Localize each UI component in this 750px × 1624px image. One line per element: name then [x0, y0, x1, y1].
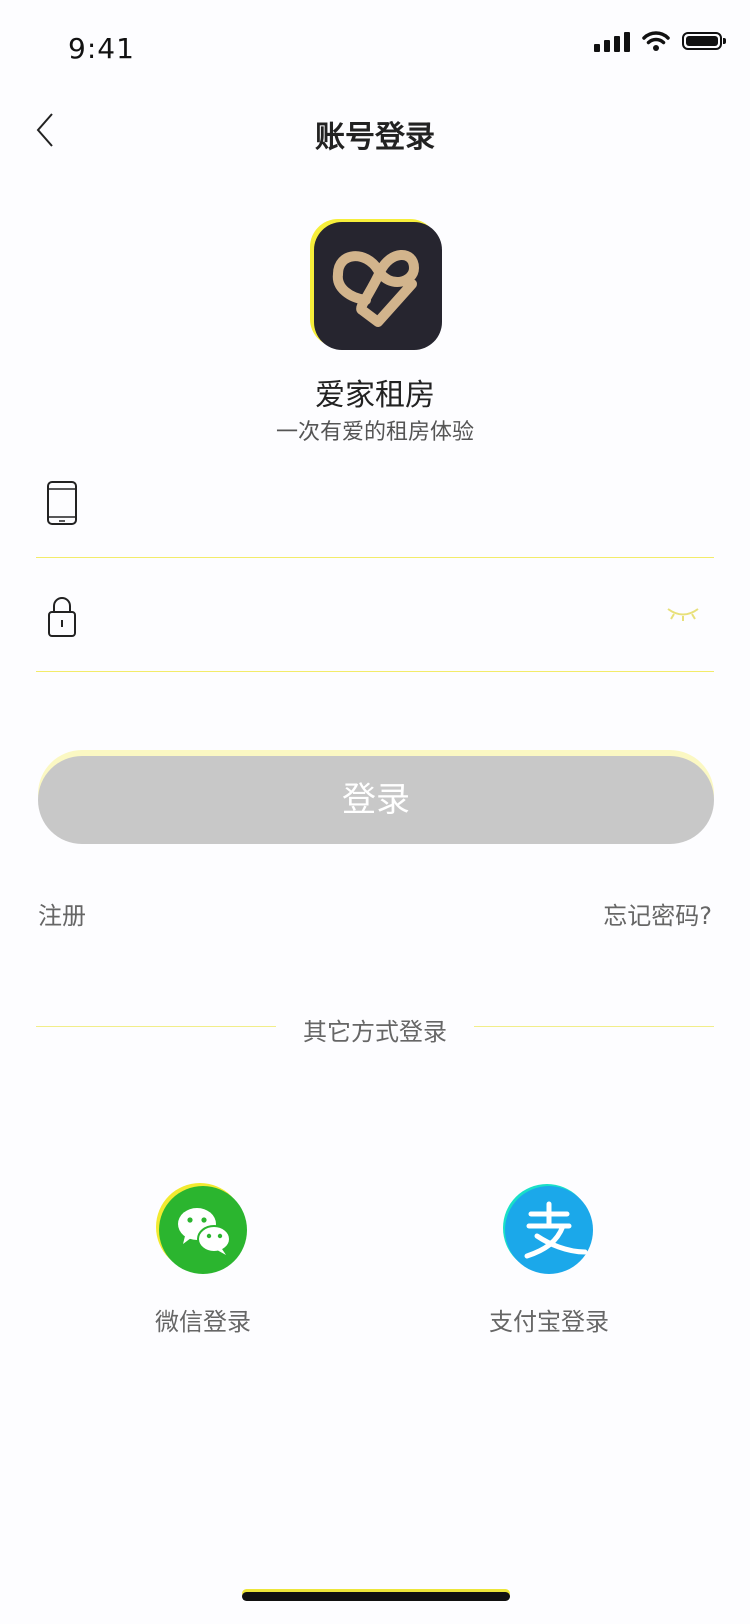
password-input[interactable]	[106, 598, 630, 640]
phone-underline	[36, 557, 714, 558]
login-button[interactable]: 登录	[38, 756, 714, 844]
alipay-icon	[505, 1186, 593, 1274]
status-icons	[594, 30, 726, 52]
wechat-login[interactable]: 微信登录	[103, 1186, 303, 1337]
wechat-login-label: 微信登录	[155, 1308, 251, 1336]
forgot-password-link[interactable]: 忘记密码?	[603, 896, 712, 931]
eye-closed-icon[interactable]	[666, 606, 700, 622]
battery-icon	[682, 32, 726, 50]
app-slogan: 一次有爱的租房体验	[275, 420, 474, 445]
lock-icon	[48, 597, 76, 637]
wifi-icon	[642, 31, 670, 51]
wechat-bubbles-icon	[178, 1208, 231, 1255]
heart-loop-logo-icon	[332, 250, 419, 327]
phone-input[interactable]	[106, 484, 630, 526]
status-time: 9:41	[68, 32, 135, 65]
page-title: 账号登录	[315, 120, 435, 155]
wechat-icon	[159, 1186, 247, 1274]
other-login-label: 其它方式登录	[303, 1018, 447, 1046]
register-link[interactable]: 注册	[38, 896, 86, 931]
password-underline	[36, 671, 714, 672]
app-logo	[314, 222, 442, 350]
phone-field	[36, 448, 714, 558]
app-name: 爱家租房	[315, 378, 435, 413]
home-indicator[interactable]	[242, 1592, 510, 1601]
alipay-zhi-icon	[524, 1201, 588, 1259]
phone-icon	[47, 481, 77, 525]
alipay-login-label: 支付宝登录	[489, 1308, 609, 1336]
cellular-signal-icon	[594, 30, 630, 52]
alipay-login[interactable]: 支付宝登录	[449, 1186, 649, 1337]
password-field	[36, 562, 714, 672]
